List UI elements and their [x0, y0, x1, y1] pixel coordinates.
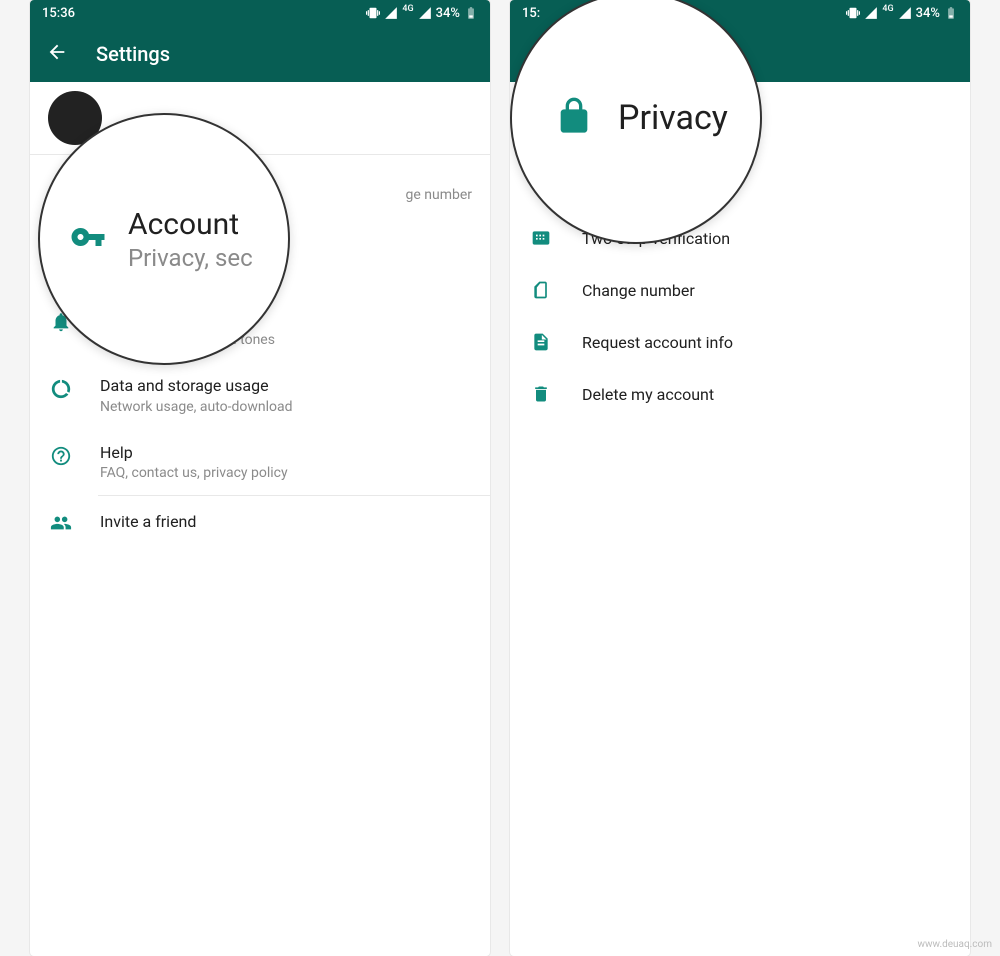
item-title: Help: [100, 443, 472, 464]
watermark: www.deuaq.com: [918, 939, 993, 950]
item-title: Delete my account: [582, 385, 714, 404]
magnifier-title: Privacy: [618, 98, 728, 138]
battery-icon: [944, 6, 958, 20]
account-item-request-info[interactable]: Request account info: [510, 316, 970, 368]
status-time: 15:36: [42, 6, 75, 21]
settings-item-data[interactable]: Data and storage usage Network usage, au…: [30, 362, 490, 429]
lock-icon: [554, 96, 594, 140]
battery-percent: 34%: [436, 6, 460, 21]
magnifier-title: Account: [128, 207, 253, 242]
key-icon: [70, 219, 106, 259]
magnifier-account: Account Privacy, sec: [38, 113, 290, 365]
help-icon: [50, 445, 72, 467]
battery-icon: [464, 6, 478, 20]
phone-settings: 15:36 4G 34% Settings ge number: [30, 0, 490, 956]
settings-item-help[interactable]: Help FAQ, contact us, privacy policy: [30, 429, 490, 496]
status-bar: 15:36 4G 34%: [30, 0, 490, 26]
people-icon: [50, 512, 72, 534]
magnifier-privacy: Privacy: [510, 0, 762, 244]
vibrate-icon: [366, 6, 380, 20]
item-title: Invite a friend: [100, 512, 196, 533]
item-subtitle: FAQ, contact us, privacy policy: [100, 465, 472, 481]
item-title: Request account info: [582, 333, 733, 352]
account-item-delete[interactable]: Delete my account: [510, 368, 970, 420]
trash-icon: [530, 384, 552, 404]
vibrate-icon: [846, 6, 860, 20]
sim-icon: [530, 280, 552, 300]
settings-item-invite[interactable]: Invite a friend: [30, 496, 490, 548]
signal-icon: [864, 6, 878, 20]
back-button[interactable]: [46, 41, 68, 67]
account-item-change-number[interactable]: Change number: [510, 264, 970, 316]
battery-percent: 34%: [916, 6, 940, 21]
page-title: Settings: [96, 42, 170, 66]
item-title: Data and storage usage: [100, 376, 472, 397]
document-icon: [530, 332, 552, 352]
item-title: Change number: [582, 281, 695, 300]
item-subtitle: Network usage, auto-download: [100, 399, 472, 415]
signal-icon: [384, 6, 398, 20]
app-bar: Settings: [30, 26, 490, 82]
signal-icon: [898, 6, 912, 20]
phone-account: 15: 4G 34% Two-step verification Change …: [510, 0, 970, 956]
status-time: 15:: [522, 6, 540, 21]
data-usage-icon: [50, 378, 72, 400]
signal-icon: [418, 6, 432, 20]
magnifier-subtitle: Privacy, sec: [128, 244, 253, 272]
pin-icon: [530, 228, 552, 248]
